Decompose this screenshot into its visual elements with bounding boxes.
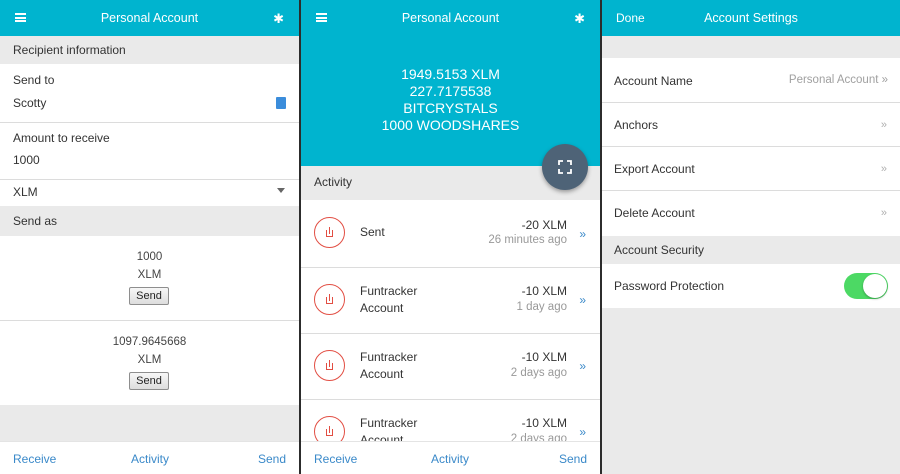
nav-receive[interactable]: Receive xyxy=(13,452,56,466)
password-protection-label: Password Protection xyxy=(614,279,725,293)
divider xyxy=(602,102,900,103)
nav-receive[interactable]: Receive xyxy=(314,452,357,466)
top-bar: Personal Account ✱ xyxy=(301,0,600,36)
screen-title: Personal Account xyxy=(401,11,500,25)
activity-name-line2: Account xyxy=(360,367,404,381)
send-to-label: Send to xyxy=(13,73,55,87)
divider xyxy=(301,267,600,268)
divider xyxy=(602,146,900,147)
chevron-right-icon[interactable]: » xyxy=(579,359,586,373)
activity-amount: -10 XLM xyxy=(521,416,567,430)
divider xyxy=(301,399,600,400)
send-to-field[interactable]: Scotty xyxy=(13,96,46,110)
screen-title: Personal Account xyxy=(100,11,199,25)
recipient-header: Recipient information xyxy=(0,36,299,64)
amount-label: Amount to receive xyxy=(13,131,110,145)
option-amount: 1000 xyxy=(136,251,163,263)
nav-send[interactable]: Send xyxy=(559,452,587,466)
top-bar: Personal Account ✱ xyxy=(0,0,299,36)
gear-icon[interactable]: ✱ xyxy=(574,12,585,25)
screen-title: Account Settings xyxy=(704,11,798,25)
chevron-right-icon[interactable]: » xyxy=(881,119,887,131)
divider xyxy=(0,122,299,123)
account-name-value[interactable]: Personal Account » xyxy=(789,74,888,86)
activity-name: Funtracker xyxy=(360,284,418,298)
sent-icon xyxy=(314,284,345,315)
chevron-down-icon[interactable] xyxy=(277,188,285,193)
activity-time: 26 minutes ago xyxy=(488,234,567,246)
chevron-right-icon[interactable]: » xyxy=(579,227,586,241)
app-screens: Personal Account ✱ Recipient information… xyxy=(0,0,900,474)
account-screen: Personal Account ✱ 1949.5153 XLM 227.717… xyxy=(301,0,600,474)
gear-icon[interactable]: ✱ xyxy=(273,12,284,25)
sent-icon xyxy=(314,217,345,248)
option-amount: 1097.9645668 xyxy=(112,336,187,348)
activity-time: 1 day ago xyxy=(516,301,567,313)
send-screen: Personal Account ✱ Recipient information… xyxy=(0,0,299,474)
amount-field[interactable]: 1000 xyxy=(13,153,40,167)
setting-anchors[interactable]: Anchors xyxy=(614,118,658,132)
balance-line: 227.7175538 xyxy=(409,83,492,99)
scan-qr-button[interactable] xyxy=(542,144,588,190)
activity-time: 2 days ago xyxy=(510,367,567,379)
setting-account-name[interactable]: Account Name xyxy=(614,74,693,88)
activity-amount: -20 XLM xyxy=(521,218,567,232)
activity-name-line2: Account xyxy=(360,301,404,315)
security-header: Account Security xyxy=(614,243,705,257)
setting-export-account[interactable]: Export Account xyxy=(614,162,695,176)
settings-screen: Done Account Settings Account Name Perso… xyxy=(602,0,900,474)
chevron-right-icon[interactable]: » xyxy=(881,163,887,175)
toggle-knob xyxy=(863,274,887,298)
activity-amount: -10 XLM xyxy=(521,350,567,364)
nav-activity[interactable]: Activity xyxy=(431,452,469,466)
divider xyxy=(0,179,299,180)
top-bar: Done Account Settings xyxy=(602,0,900,36)
balance-line: 1000 WOODSHARES xyxy=(381,117,520,133)
asset-select[interactable]: XLM xyxy=(13,185,38,199)
address-book-icon[interactable] xyxy=(276,97,286,109)
balance-line: 1949.5153 XLM xyxy=(401,66,500,82)
nav-activity[interactable]: Activity xyxy=(131,452,169,466)
scan-icon xyxy=(558,160,572,174)
option-asset: XLM xyxy=(137,354,162,366)
nav-send[interactable]: Send xyxy=(258,452,286,466)
activity-name: Funtracker xyxy=(360,350,418,364)
send-button[interactable]: Send xyxy=(129,372,169,390)
divider xyxy=(301,333,600,334)
footer-spacer xyxy=(0,405,299,441)
send-as-header: Send as xyxy=(0,206,299,236)
balance-line: BITCRYSTALS xyxy=(403,100,498,116)
option-asset: XLM xyxy=(137,269,162,281)
activity-name: Funtracker xyxy=(360,416,418,430)
chevron-right-icon[interactable]: » xyxy=(579,293,586,307)
bottom-nav: Receive Activity Send xyxy=(301,441,600,474)
send-button[interactable]: Send xyxy=(129,287,169,305)
chevron-right-icon[interactable]: » xyxy=(881,207,887,219)
divider xyxy=(602,190,900,191)
setting-delete-account[interactable]: Delete Account xyxy=(614,206,695,220)
sent-icon xyxy=(314,350,345,381)
chevron-right-icon[interactable]: » xyxy=(579,425,586,439)
activity-name: Sent xyxy=(360,225,385,239)
activity-amount: -10 XLM xyxy=(521,284,567,298)
bottom-nav: Receive Activity Send xyxy=(0,441,299,474)
divider xyxy=(0,320,299,321)
password-toggle[interactable] xyxy=(844,273,888,299)
